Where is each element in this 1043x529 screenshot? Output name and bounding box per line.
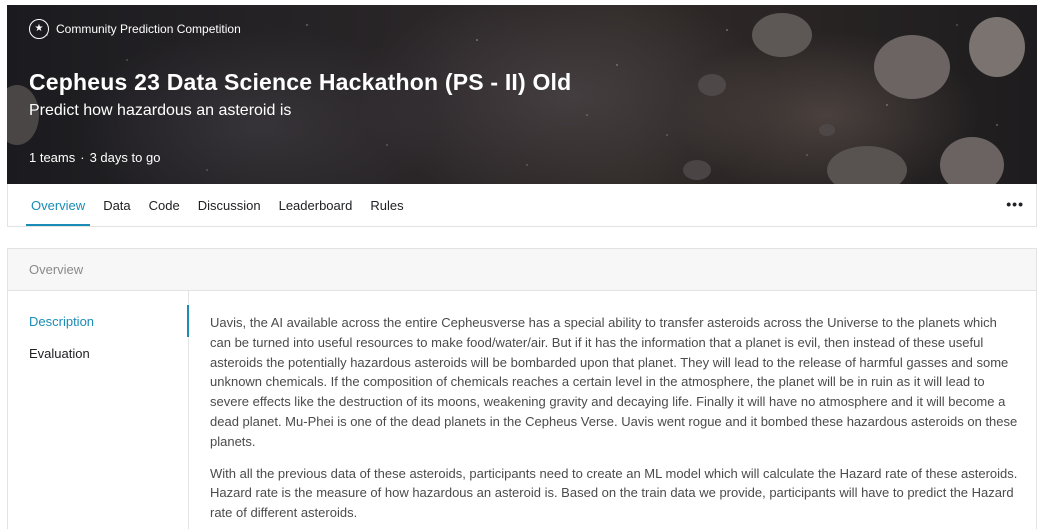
competition-meta: 1 teams · 3 days to go	[29, 150, 160, 165]
tab-overview[interactable]: Overview	[26, 184, 91, 226]
overview-sidebar: Description Evaluation	[8, 291, 189, 529]
competition-banner: ★ Community Prediction Competition Cephe…	[7, 5, 1037, 184]
tab-discussion[interactable]: Discussion	[193, 184, 266, 226]
tab-leaderboard[interactable]: Leaderboard	[274, 184, 358, 226]
sidebar-item-description[interactable]: Description	[8, 305, 189, 337]
competition-tabs: Overview Data Code Discussion Leaderboar…	[7, 184, 1037, 227]
deadline-countdown: 3 days to go	[89, 150, 161, 165]
description-content: Uavis, the AI available across the entir…	[210, 313, 1020, 529]
team-count: 1 teams	[29, 150, 76, 165]
overview-heading: Overview	[8, 249, 1036, 291]
more-options-icon[interactable]: •••	[1006, 196, 1024, 212]
overview-panel: Overview Description Evaluation Uavis, t…	[7, 248, 1037, 529]
trophy-icon: ★	[29, 19, 49, 39]
meta-separator: ·	[80, 150, 85, 165]
tab-code[interactable]: Code	[144, 184, 185, 226]
competition-type-badge: ★ Community Prediction Competition	[29, 19, 241, 39]
description-paragraph: Uavis, the AI available across the entir…	[210, 315, 1018, 449]
competition-subtitle: Predict how hazardous an asteroid is	[29, 102, 292, 119]
competition-type-label: Community Prediction Competition	[56, 22, 241, 36]
description-paragraph: With all the previous data of these aste…	[210, 465, 1018, 521]
tab-data[interactable]: Data	[98, 184, 135, 226]
competition-title: Cepheus 23 Data Science Hackathon (PS - …	[29, 69, 572, 95]
tab-rules[interactable]: Rules	[365, 184, 408, 226]
sidebar-item-evaluation[interactable]: Evaluation	[8, 337, 188, 369]
